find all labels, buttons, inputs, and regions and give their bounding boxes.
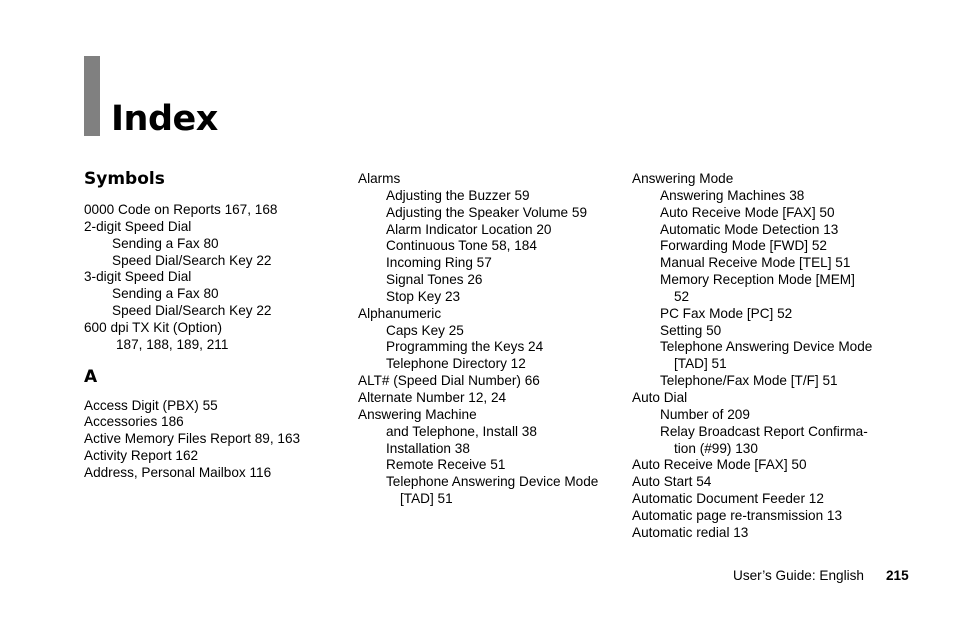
- index-subentry: and Telephone, Install 38: [386, 423, 537, 439]
- index-subentry: Setting 50: [660, 322, 722, 338]
- index-subentry: Programming the Keys 24: [386, 339, 544, 355]
- index-subentry: Telephone Directory 12: [386, 356, 526, 372]
- index-entry: Automatic page re-transmission 13: [632, 507, 843, 523]
- index-subentry: Remote Receive 51: [386, 457, 506, 473]
- chapter-marker-bar: [84, 56, 100, 136]
- a-entry-list: Access Digit (PBX) 55 Accessories 186 Acti…: [84, 398, 344, 482]
- index-entry: Answering Mode: [632, 171, 734, 186]
- index-entry: Alphanumeric: [358, 305, 442, 321]
- index-subentry: tion (#99) 130: [674, 440, 758, 456]
- index-entry: Accessories 186: [84, 414, 184, 430]
- index-entry: 3-digit Speed Dial: [84, 269, 192, 285]
- index-subentry: Telephone/Fax Mode [T/F] 51: [660, 373, 838, 389]
- index-entry: Automatic Document Feeder 12: [632, 491, 824, 507]
- index-entry: Address, Personal Mailbox 116: [84, 464, 272, 480]
- index-entry: Access Digit (PBX) 55: [84, 397, 218, 413]
- index-subentry: Incoming Ring 57: [386, 255, 492, 271]
- index-entry: Active Memory Files Report 89, 163: [84, 431, 301, 447]
- col3-entry-list: Answering Mode Answering Machines 38 Auto …: [632, 171, 897, 542]
- index-subentry: Auto Receive Mode [FAX] 50: [660, 204, 835, 220]
- index-subentry: [TAD] 51: [400, 491, 453, 507]
- index-subentry: Number of 209: [660, 406, 750, 422]
- index-entry: 600 dpi TX Kit (Option): [84, 319, 223, 335]
- index-subentry: Caps Key 25: [386, 322, 464, 338]
- index-subentry: Forwarding Mode [FWD] 52: [660, 238, 827, 254]
- index-entry: 187, 188, 189, 211: [116, 336, 229, 352]
- index-subentry: PC Fax Mode [PC] 52: [660, 305, 793, 321]
- page-footer: User’s Guide: English 215: [733, 568, 909, 583]
- index-subentry: Adjusting the Speaker Volume 59: [386, 204, 588, 220]
- symbols-entry-list: 0000 Code on Reports 167, 168 2-digit Spe…: [84, 202, 344, 354]
- index-subentry: [TAD] 51: [674, 356, 727, 372]
- index-subentry: Manual Receive Mode [TEL] 51: [660, 255, 851, 271]
- index-subentry: 52: [674, 288, 690, 304]
- index-subentry: Sending a Fax 80: [112, 235, 219, 251]
- footer-guide-label: User’s Guide: English: [733, 568, 864, 583]
- index-entry: 2-digit Speed Dial: [84, 218, 192, 234]
- index-subentry: Relay Broadcast Report Confirma-: [660, 423, 868, 439]
- index-subentry: Memory Reception Mode [MEM]: [660, 272, 855, 288]
- index-subentry: Telephone Answering Device Mode: [660, 339, 873, 355]
- col2-entry-list: Alarms Adjusting the Buzzer 59 Adjusting t…: [358, 171, 623, 508]
- index-entry: Auto Dial: [632, 389, 688, 405]
- index-subentry: Telephone Answering Device Mode: [386, 474, 599, 490]
- index-entry: Answering Machine: [358, 406, 477, 422]
- index-entry: Automatic redial 13: [632, 524, 749, 540]
- index-column-3: Answering Mode Answering Machines 38 Auto …: [632, 171, 897, 542]
- index-subentry: Sending a Fax 80: [112, 286, 219, 302]
- index-subentry: Stop Key 23: [386, 288, 461, 304]
- page-number: 215: [885, 568, 909, 583]
- index-subentry: Signal Tones 26: [386, 272, 483, 288]
- index-entry: ALT# (Speed Dial Number) 66: [358, 373, 540, 389]
- section-heading-a: A: [84, 366, 98, 387]
- index-subentry: Installation 38: [386, 440, 470, 456]
- index-subentry: Alarm Indicator Location 20: [386, 221, 552, 237]
- index-entry: Activity Report 162: [84, 448, 199, 464]
- index-column-1: Symbols 0000 Code on Reports 167, 168 2-d…: [84, 168, 344, 482]
- index-entry: Alarms: [358, 171, 401, 186]
- index-subentry: Speed Dial/Search Key 22: [112, 252, 272, 268]
- index-subentry: Answering Machines 38: [660, 187, 805, 203]
- index-entry: Alternate Number 12, 24: [358, 389, 507, 405]
- index-subentry: Automatic Mode Detection 13: [660, 221, 839, 237]
- index-entry: Auto Start 54: [632, 474, 712, 490]
- index-subentry: Adjusting the Buzzer 59: [386, 187, 530, 203]
- index-entry: 0000 Code on Reports 167, 168: [84, 202, 278, 217]
- index-subentry: Speed Dial/Search Key 22: [112, 303, 272, 319]
- index-entry: Auto Receive Mode [FAX] 50: [632, 457, 807, 473]
- page-title: Index: [111, 99, 218, 139]
- index-column-2: Alarms Adjusting the Buzzer 59 Adjusting t…: [358, 171, 623, 508]
- index-subentry: Continuous Tone 58, 184: [386, 238, 537, 254]
- section-heading-symbols: Symbols: [84, 169, 165, 189]
